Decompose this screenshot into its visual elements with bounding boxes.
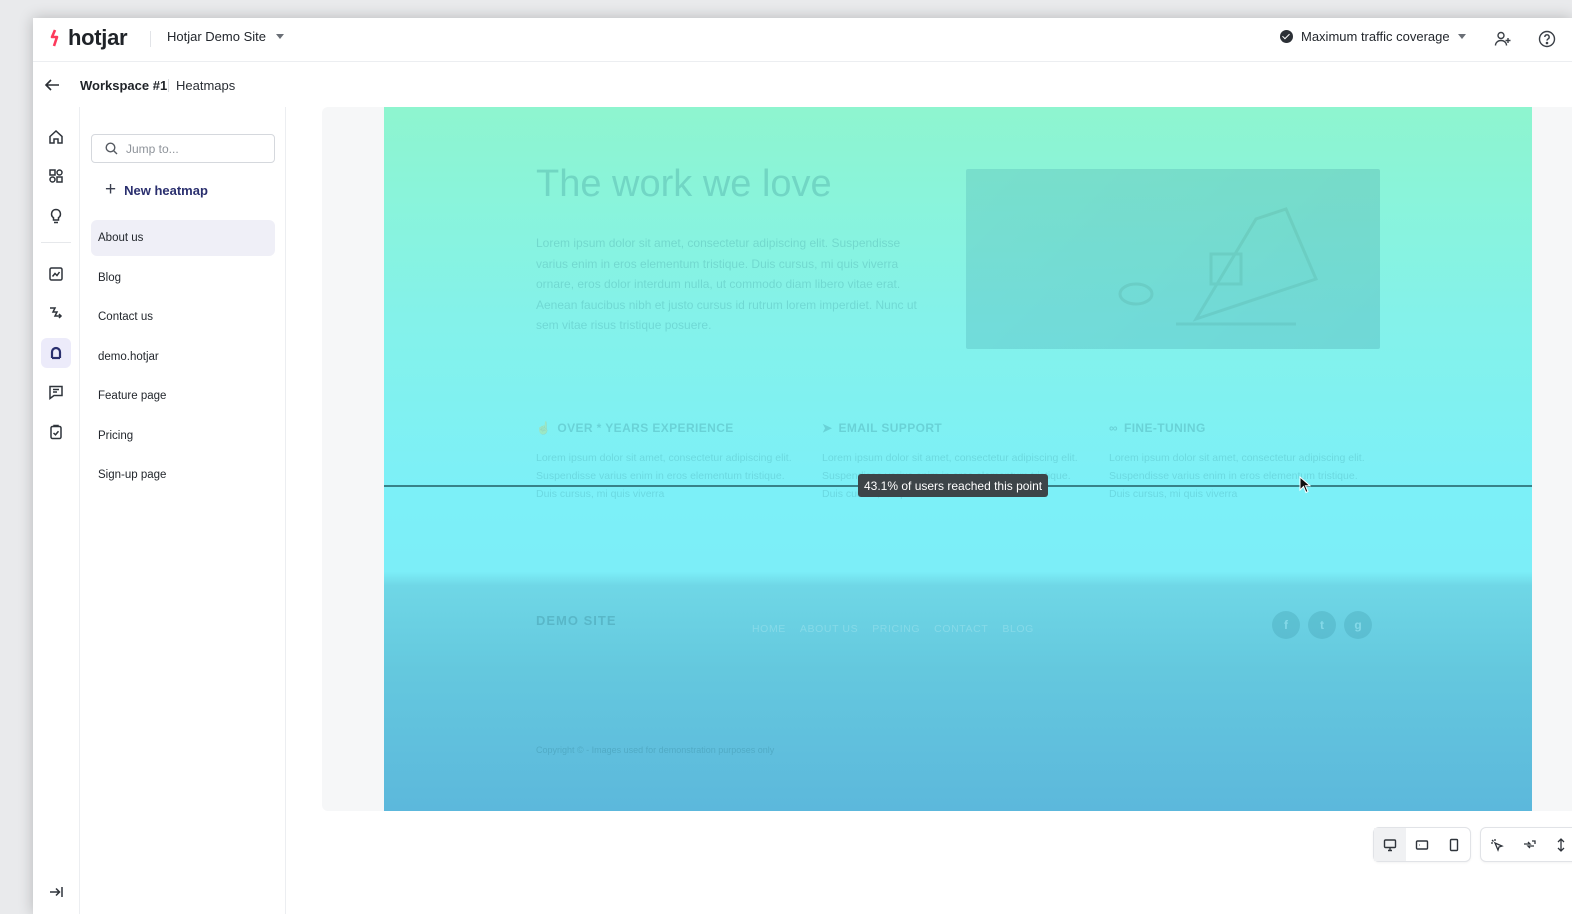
list-item-about-us[interactable]: About us <box>91 220 275 256</box>
breadcrumb-heatmaps[interactable]: Heatmaps <box>176 78 235 93</box>
feature-text: Lorem ipsum dolor sit amet, consectetur … <box>536 452 792 500</box>
desktop-icon[interactable] <box>1374 828 1406 861</box>
traffic-coverage-selector[interactable]: Maximum traffic coverage <box>1280 29 1466 44</box>
left-rail <box>33 107 80 914</box>
google-plus-icon: g <box>1344 611 1372 639</box>
list-item-label: Contact us <box>98 311 153 323</box>
footer-nav-item: CONTACT <box>934 623 989 635</box>
breadcrumb-workspace[interactable]: Workspace #1 <box>80 78 167 93</box>
feature-title: OVER * YEARS EXPERIENCE <box>557 421 734 435</box>
footer-nav-item: BLOG <box>1002 623 1034 635</box>
funnels-icon[interactable] <box>41 298 71 328</box>
scroll-heatmap[interactable]: The work we love Lorem ipsum dolor sit a… <box>384 107 1532 811</box>
move-map-icon[interactable] <box>1513 828 1545 861</box>
footer-social: f t g <box>1272 611 1372 639</box>
breadcrumb: Workspace #1 Heatmaps <box>33 62 1572 107</box>
list-item-label: Pricing <box>98 429 134 442</box>
twitter-icon: t <box>1308 611 1336 639</box>
feature-text: Lorem ipsum dolor sit amet, consectetur … <box>1109 452 1365 500</box>
footer-nav-item: HOME <box>752 623 786 635</box>
scroll-reach-tooltip: 43.1% of users reached this point <box>858 474 1049 497</box>
feedback-icon[interactable] <box>41 377 71 407</box>
site-footer: DEMO SITE HOME ABOUT US PRICING CONTACT … <box>384 575 1532 811</box>
plus-icon: + <box>105 179 117 200</box>
page-screenshot: The work we love Lorem ipsum dolor sit a… <box>384 107 1532 811</box>
check-circle-icon <box>1280 30 1293 43</box>
list-item-label: About us <box>98 232 144 244</box>
surveys-icon[interactable] <box>41 417 71 447</box>
list-item-pricing[interactable]: Pricing <box>91 418 275 454</box>
feature-experience: ☝ OVER * YEARS EXPERIENCE Lorem ipsum dol… <box>536 421 796 503</box>
list-item-contact-us[interactable]: Contact us <box>91 299 275 335</box>
device-toolbar <box>1373 827 1471 862</box>
list-item-sign-up-page[interactable]: Sign-up page <box>91 457 275 493</box>
heatmap-list: About us Blog Contact us demo.hotjar Fea… <box>91 220 275 497</box>
list-item-demo-hotjar[interactable]: demo.hotjar <box>91 339 275 375</box>
list-item-label: Blog <box>98 271 122 284</box>
search-icon <box>105 142 118 155</box>
hotjar-flame-icon <box>50 29 59 47</box>
list-item-label: Feature page <box>98 390 167 402</box>
top-bar: hotjar Hotjar Demo Site Maximum traffic … <box>33 18 1572 62</box>
laptop-illustration <box>1118 207 1319 326</box>
list-item-blog[interactable]: Blog <box>91 260 275 296</box>
map-type-toolbar <box>1480 827 1572 862</box>
feature-title: FINE-TUNING <box>1123 421 1206 435</box>
click-map-icon[interactable] <box>1481 828 1513 861</box>
list-item-label: demo.hotjar <box>98 350 159 363</box>
rail-divider <box>41 242 71 243</box>
chevron-down-icon <box>1457 34 1466 39</box>
footer-copyright: Copyright © - Images used for demonstrat… <box>536 745 775 755</box>
site-paragraph: Lorem ipsum dolor sit amet, consectetur … <box>536 236 917 332</box>
hero-image <box>966 169 1380 349</box>
home-icon[interactable] <box>41 122 71 152</box>
lightbulb-icon[interactable] <box>41 201 71 231</box>
back-arrow-icon[interactable] <box>43 76 61 94</box>
link-icon: ∞ <box>1109 421 1118 435</box>
thumbs-up-icon: ☝ <box>536 421 552 435</box>
send-icon: ➤ <box>822 421 833 435</box>
mouse-cursor-icon <box>1299 476 1311 494</box>
feature-fine-tuning: ∞ FINE-TUNING Lorem ipsum dolor sit amet,… <box>1109 421 1369 503</box>
site-name: Hotjar Demo Site <box>167 29 266 44</box>
heatmap-preview-area: The work we love Lorem ipsum dolor sit a… <box>286 107 1572 914</box>
invite-user-icon[interactable] <box>1492 28 1514 50</box>
dashboards-icon[interactable] <box>41 161 71 191</box>
mobile-icon[interactable] <box>1438 828 1470 861</box>
site-heading: The work we love <box>536 163 832 205</box>
coverage-label: Maximum traffic coverage <box>1301 29 1450 44</box>
expand-sidebar-icon[interactable] <box>41 877 71 907</box>
jump-to-search[interactable] <box>91 134 275 163</box>
facebook-icon: f <box>1272 611 1300 639</box>
chevron-down-icon <box>275 34 284 39</box>
help-icon[interactable] <box>1536 28 1558 50</box>
scroll-map-icon[interactable] <box>1545 828 1572 861</box>
footer-brand: DEMO SITE <box>536 613 617 628</box>
heatmaps-icon[interactable] <box>41 338 71 368</box>
new-heatmap-label: New heatmap <box>124 182 208 198</box>
logo-text: hotjar <box>68 25 128 50</box>
site-selector[interactable]: Hotjar Demo Site <box>150 29 284 47</box>
tablet-icon[interactable] <box>1406 828 1438 861</box>
heatmap-list-panel: + New heatmap About us Blog Contact us d… <box>80 107 286 914</box>
footer-nav-item: PRICING <box>872 623 921 635</box>
footer-nav-item: ABOUT US <box>799 623 859 635</box>
breadcrumb-separator <box>168 79 169 92</box>
trends-icon[interactable] <box>41 259 71 289</box>
hotjar-logo[interactable]: hotjar <box>49 24 128 52</box>
feature-title: EMAIL SUPPORT <box>838 421 943 435</box>
new-heatmap-button[interactable]: + New heatmap <box>105 179 208 200</box>
footer-nav: HOME ABOUT US PRICING CONTACT BLOG <box>752 623 1034 635</box>
list-item-feature-page[interactable]: Feature page <box>91 378 275 414</box>
search-input[interactable] <box>126 141 256 156</box>
list-item-label: Sign-up page <box>98 469 167 481</box>
app-window: hotjar Hotjar Demo Site Maximum traffic … <box>33 18 1572 914</box>
